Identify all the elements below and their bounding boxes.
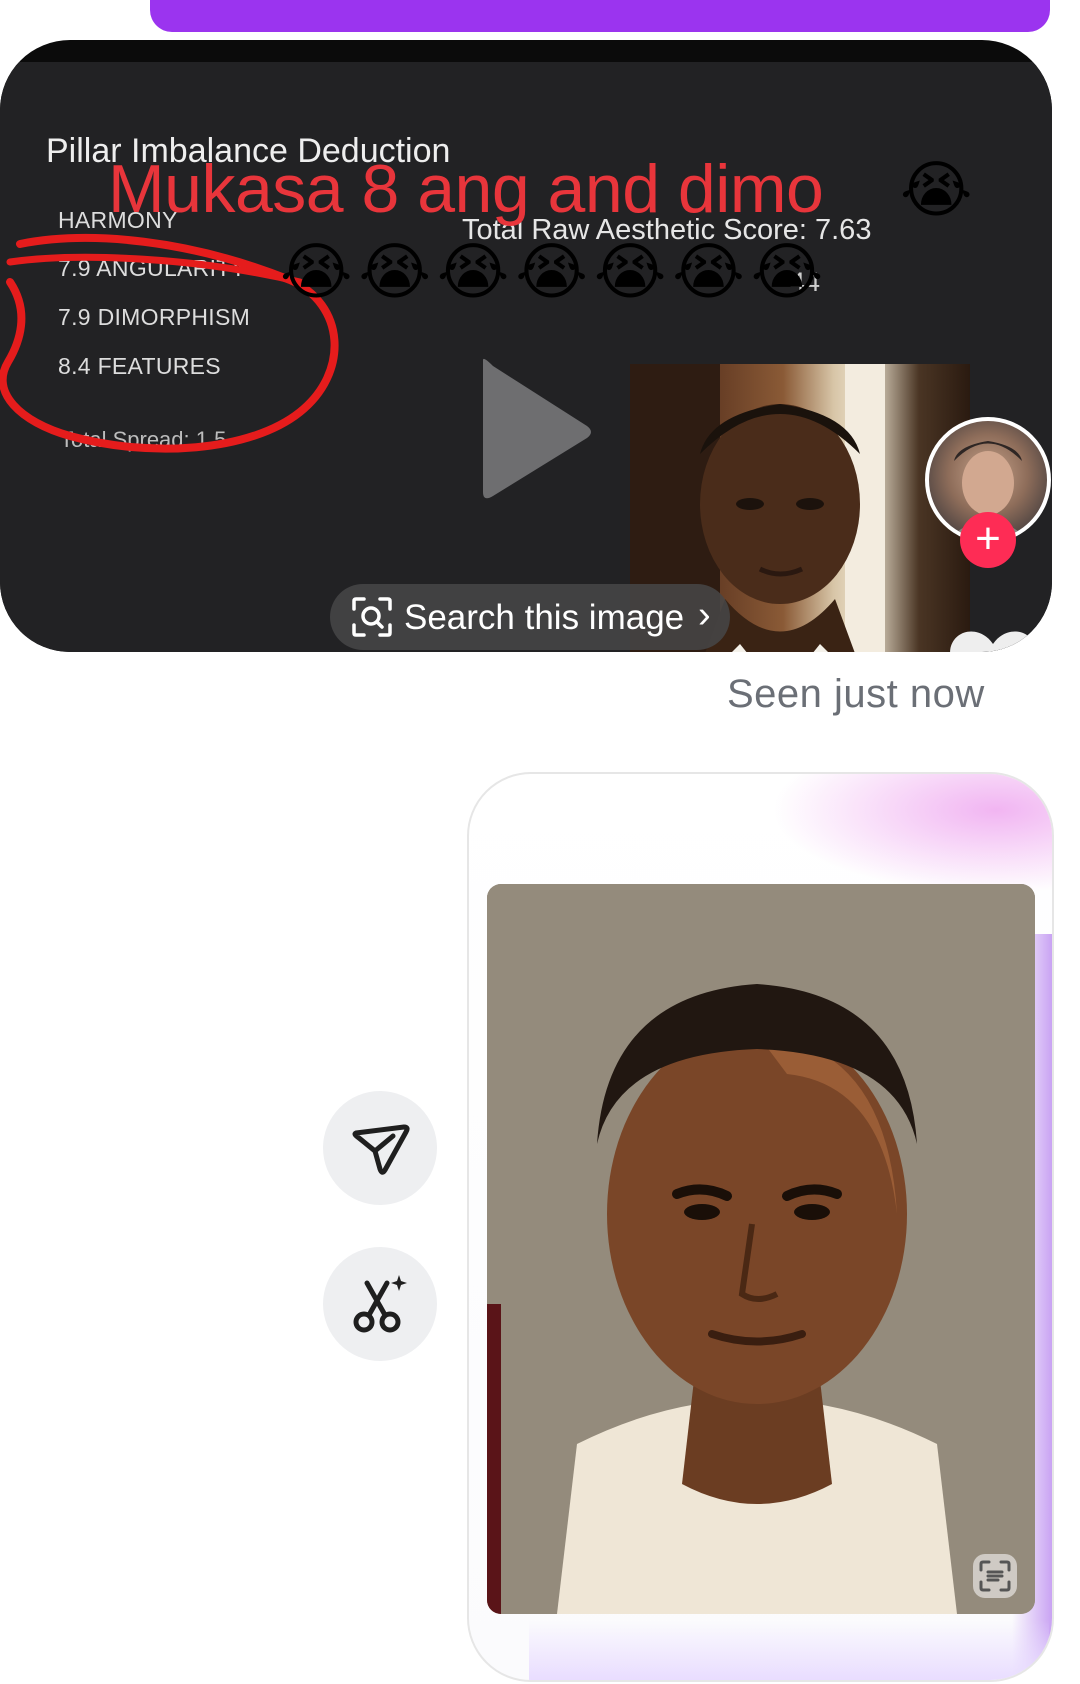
crying-emoji: 😭: [672, 238, 751, 307]
crying-emoji: 😭: [593, 238, 673, 307]
crying-emoji: 😭: [280, 238, 359, 307]
search-lens-icon: [352, 597, 392, 637]
previous-message-bubble[interactable]: [150, 0, 1050, 32]
video-frame: Pillar Imbalance Deduction HARMONY 7.9 A…: [0, 62, 1052, 652]
play-icon[interactable]: [475, 352, 595, 502]
search-image-button[interactable]: Search this image ›: [330, 584, 730, 650]
seen-status: Seen just now: [727, 672, 985, 716]
caption-text: Mukasa 8 ang and dimo: [108, 151, 824, 227]
crying-emoji: 😭: [900, 156, 973, 225]
crying-emoji: 😭: [436, 238, 516, 307]
share-button[interactable]: [323, 1091, 437, 1205]
search-image-label: Search this image: [404, 598, 685, 637]
crying-emoji: 😭: [515, 238, 594, 307]
chevron-right-icon: ›: [698, 594, 711, 636]
ai-cut-button[interactable]: [323, 1247, 437, 1361]
crying-emoji: 😭: [750, 238, 830, 307]
text-scan-icon[interactable]: [973, 1554, 1017, 1598]
crying-emoji: 😭: [358, 238, 437, 307]
video-caption: Mukasa 8 ang and dimo: [108, 150, 824, 228]
shared-reel-preview[interactable]: [467, 772, 1054, 1682]
crying-emoji-row: 😭😭😭😭😭😭😭: [280, 242, 829, 304]
shared-video-post[interactable]: Pillar Imbalance Deduction HARMONY 7.9 A…: [0, 40, 1052, 652]
send-icon: [352, 1124, 410, 1175]
heart-icon[interactable]: [945, 624, 1041, 652]
follow-plus-button[interactable]: +: [960, 512, 1016, 568]
portrait-photo: [487, 884, 1035, 1614]
reel-gradient-bottom: [529, 1620, 1049, 1680]
reel-gradient-glow: [772, 774, 1052, 894]
scissors-sparkle-icon: [353, 1275, 407, 1333]
